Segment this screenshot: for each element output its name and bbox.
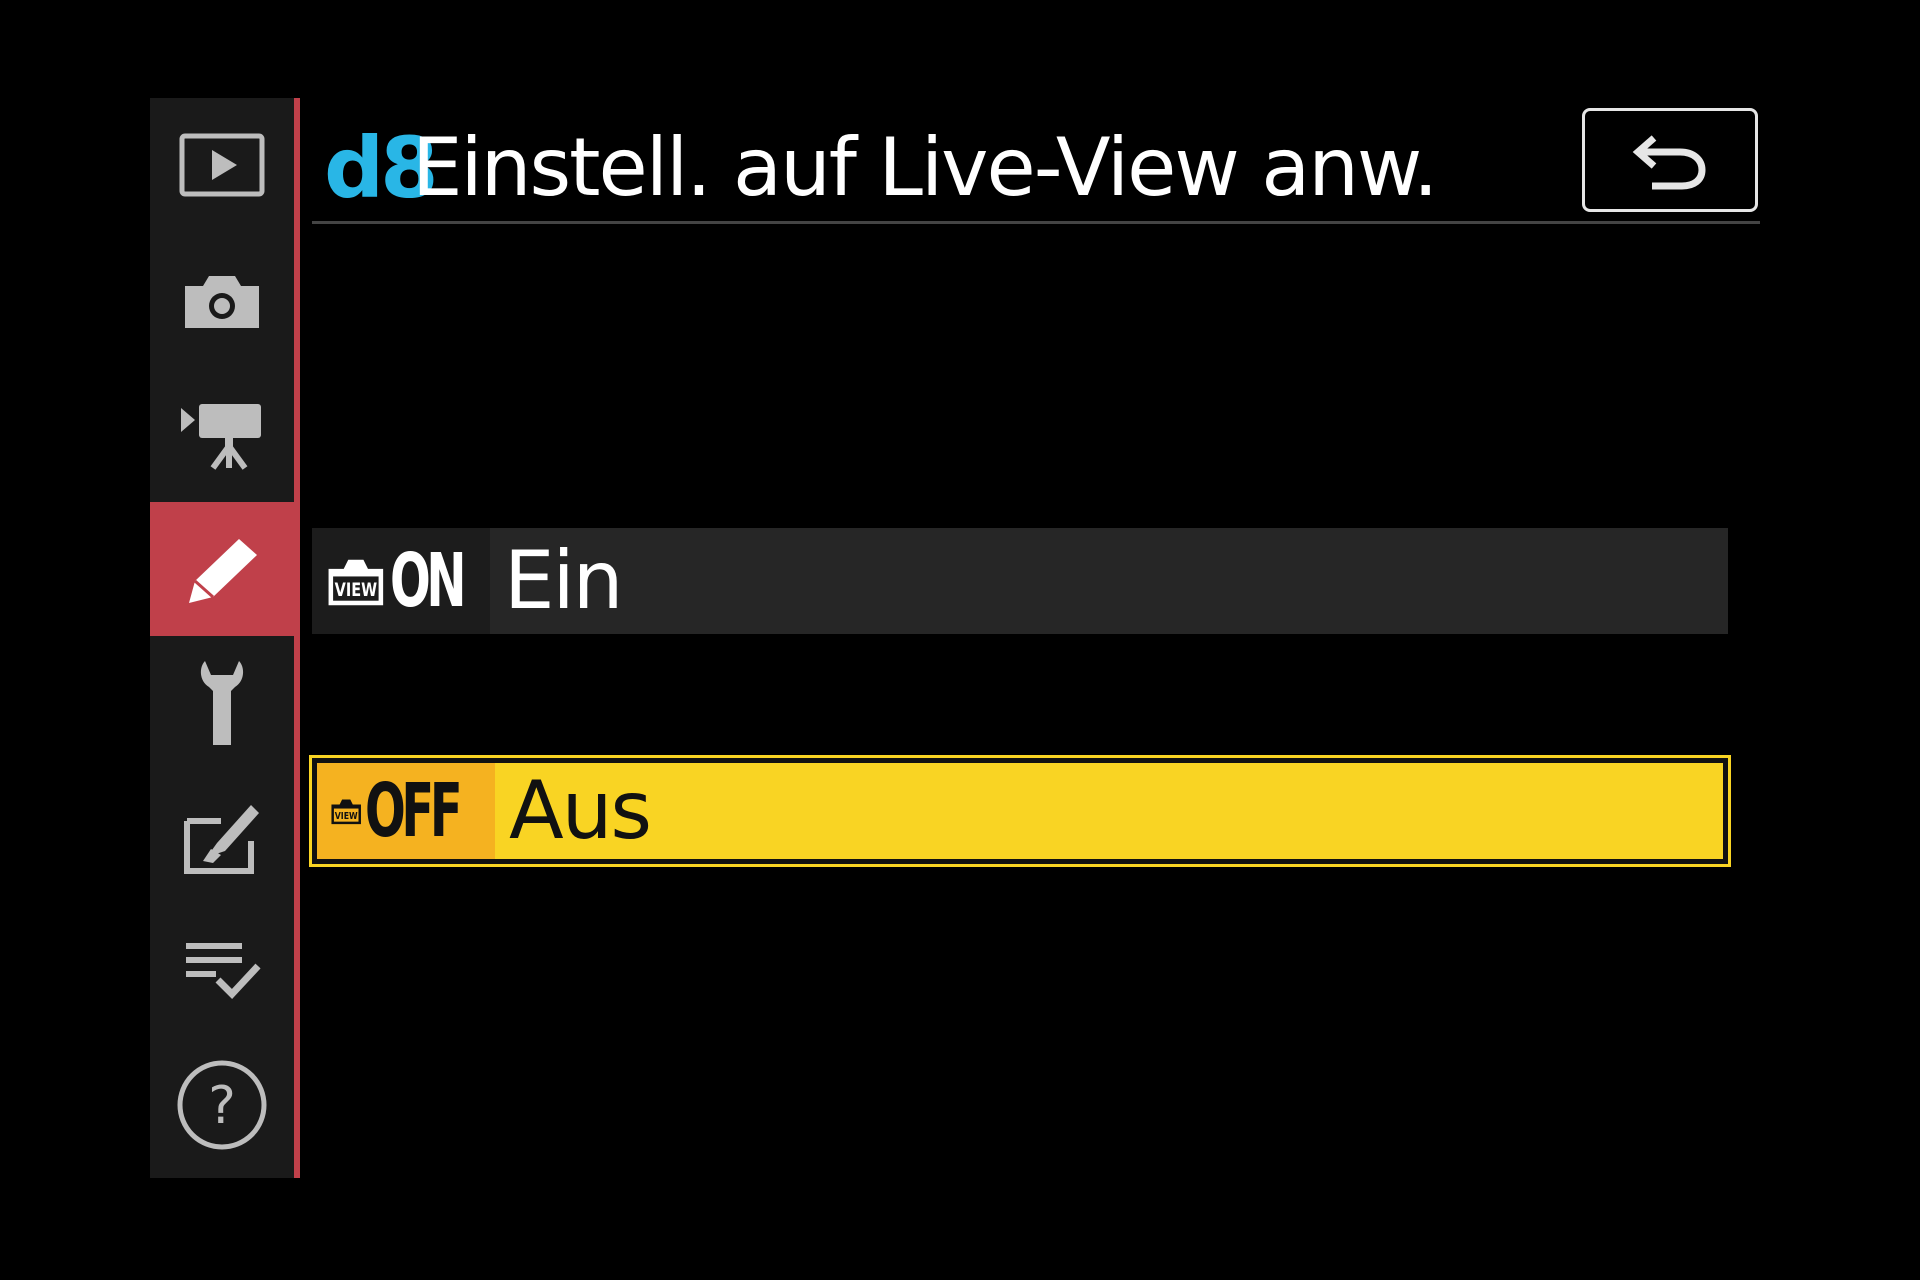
page-title: Einstell. auf Live-View anw.: [412, 121, 1438, 214]
camera-icon: [185, 276, 259, 328]
pencil-icon: [189, 539, 257, 603]
sidebar-item-retouch[interactable]: [150, 770, 294, 904]
sidebar-item-help[interactable]: ?: [150, 1038, 294, 1172]
help-icon: ?: [177, 1060, 267, 1150]
sidebar-item-setup[interactable]: [150, 636, 294, 770]
live-view-camera-icon: VIEW: [331, 799, 361, 825]
playback-icon: [179, 133, 265, 197]
menu-header: d8 Einstell. auf Live-View anw.: [322, 108, 1762, 218]
sidebar-item-custom-settings[interactable]: [150, 502, 294, 636]
svg-text:VIEW: VIEW: [335, 811, 358, 822]
option-icon: VIEW ON: [312, 528, 490, 634]
my-menu-icon: [186, 943, 261, 1000]
wrench-icon: [200, 661, 244, 745]
option-icon: VIEW OFF: [317, 763, 495, 859]
sidebar-divider: [294, 98, 300, 1178]
sidebar-item-my-menu[interactable]: [150, 904, 294, 1038]
option-label: Ein: [504, 534, 623, 627]
back-button[interactable]: [1582, 108, 1758, 212]
svg-text:?: ?: [208, 1076, 236, 1136]
sidebar-item-photo-shooting[interactable]: [150, 234, 294, 368]
option-code: ON: [389, 538, 467, 624]
movie-icon: [181, 404, 261, 470]
svg-text:VIEW: VIEW: [335, 580, 377, 601]
return-arrow-icon: [1632, 135, 1706, 190]
option-live-view-on[interactable]: VIEW ON Ein: [312, 528, 1728, 634]
live-view-camera-icon: VIEW: [328, 559, 384, 606]
option-live-view-off[interactable]: VIEW OFF Aus: [309, 755, 1731, 867]
option-label: Aus: [509, 764, 652, 857]
retouch-icon: [184, 805, 259, 874]
menu-sidebar: ?: [150, 98, 294, 1178]
sidebar-item-playback[interactable]: [150, 98, 294, 232]
sidebar-item-movie-shooting[interactable]: [150, 368, 294, 502]
header-divider: [312, 221, 1760, 224]
option-code: OFF: [365, 768, 463, 854]
